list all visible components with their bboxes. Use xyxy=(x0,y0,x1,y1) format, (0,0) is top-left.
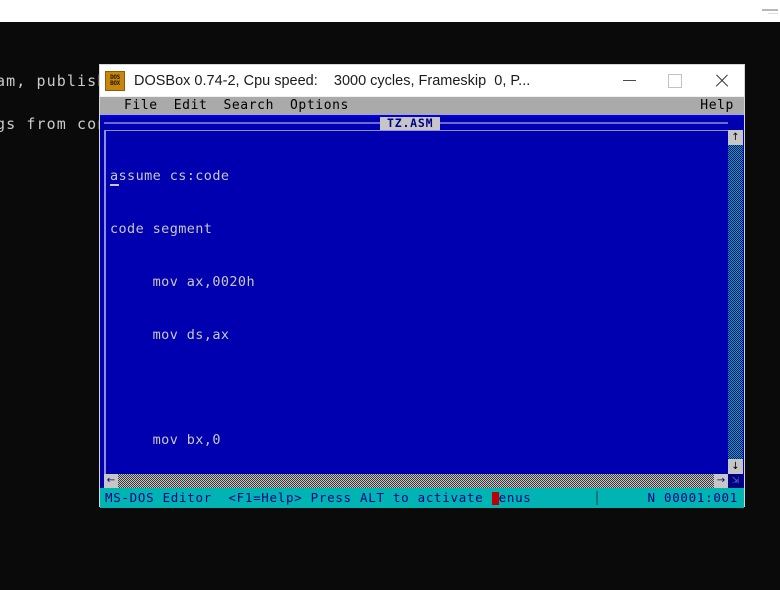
file-tab-tz-asm[interactable]: TZ.ASM xyxy=(380,117,441,130)
dosbox-icon: DOS BOX xyxy=(105,70,125,91)
window-titlebar[interactable]: DOS BOX DOSBox 0.74-2, Cpu speed: 3000 c… xyxy=(100,65,744,97)
menu-item-help[interactable]: Help xyxy=(700,97,734,115)
statusbar-menus-word: enus xyxy=(498,490,532,505)
resize-corner-icon[interactable]: ⇲ xyxy=(728,474,743,488)
code-text[interactable]: assume cs:code code segment mov ax,0020h… xyxy=(106,131,728,474)
maximize-icon xyxy=(668,73,682,88)
text-cursor: a xyxy=(110,168,119,187)
statusbar-divider xyxy=(596,491,598,505)
scroll-left-arrow-icon[interactable]: ← xyxy=(104,474,118,488)
background-console-line-2: gs from con xyxy=(0,115,108,133)
top-right-mark xyxy=(762,9,778,11)
statusbar-app-name: MS-DOS Editor xyxy=(105,490,212,505)
menu-item-file[interactable]: File xyxy=(116,97,166,115)
statusbar-cursor-position: N 00001:001 xyxy=(647,490,738,505)
menu-item-options[interactable]: Options xyxy=(282,97,357,115)
close-icon xyxy=(714,73,729,88)
code-line: mov bx,0 xyxy=(110,432,221,449)
scroll-down-arrow-icon[interactable]: ↓ xyxy=(728,459,743,474)
editor-area: TZ.ASM assume cs:code code segment mov a… xyxy=(100,115,744,488)
top-white-strip xyxy=(0,0,780,22)
window-title: DOSBox 0.74-2, Cpu speed: 3000 cycles, F… xyxy=(134,72,531,89)
code-line: assume cs:code xyxy=(110,168,728,187)
file-tab-row: TZ.ASM xyxy=(100,117,744,130)
code-line: mov ds,ax xyxy=(110,326,230,343)
code-line: code segment xyxy=(110,220,213,237)
statusbar-cursor-block xyxy=(491,491,499,505)
statusbar-help-hint: <F1=Help> xyxy=(228,490,303,505)
minimize-icon xyxy=(622,80,636,81)
horizontal-scrollbar[interactable]: ← → xyxy=(104,474,728,488)
menu-item-search[interactable]: Search xyxy=(215,97,282,115)
scroll-right-arrow-icon[interactable]: → xyxy=(714,474,728,488)
statusbar-activate-text: Press ALT to activate xyxy=(310,490,492,505)
maximize-button[interactable] xyxy=(652,65,698,96)
statusbar-spacer-1 xyxy=(212,488,228,508)
dosbox-window: DOS BOX DOSBox 0.74-2, Cpu speed: 3000 c… xyxy=(100,65,744,508)
scroll-up-arrow-icon[interactable]: ↑ xyxy=(728,130,743,145)
statusbar-spacer-2 xyxy=(302,488,310,508)
statusbar-left-group: MS-DOS Editor <F1=Help> Press ALT to act… xyxy=(105,488,532,508)
editor-menubar: File Edit Search Options Help xyxy=(100,97,744,115)
minimize-button[interactable] xyxy=(606,65,652,96)
menu-item-edit[interactable]: Edit xyxy=(166,97,216,115)
code-line: mov ax,0020h xyxy=(110,273,255,290)
dosbox-icon-line-2: BOX xyxy=(110,79,120,87)
top-right-mark-secondary xyxy=(768,13,778,14)
screenshot-root: am, published under GNU GPL. gs from con… xyxy=(0,0,780,590)
close-button[interactable] xyxy=(698,65,744,96)
code-frame[interactable]: assume cs:code code segment mov ax,0020h… xyxy=(104,130,728,474)
editor-statusbar: MS-DOS Editor <F1=Help> Press ALT to act… xyxy=(100,488,744,508)
vertical-scrollbar[interactable]: ↑ ↓ xyxy=(728,130,743,474)
code-line-rest-0: ssume cs:code xyxy=(118,168,230,185)
window-controls xyxy=(606,65,744,96)
